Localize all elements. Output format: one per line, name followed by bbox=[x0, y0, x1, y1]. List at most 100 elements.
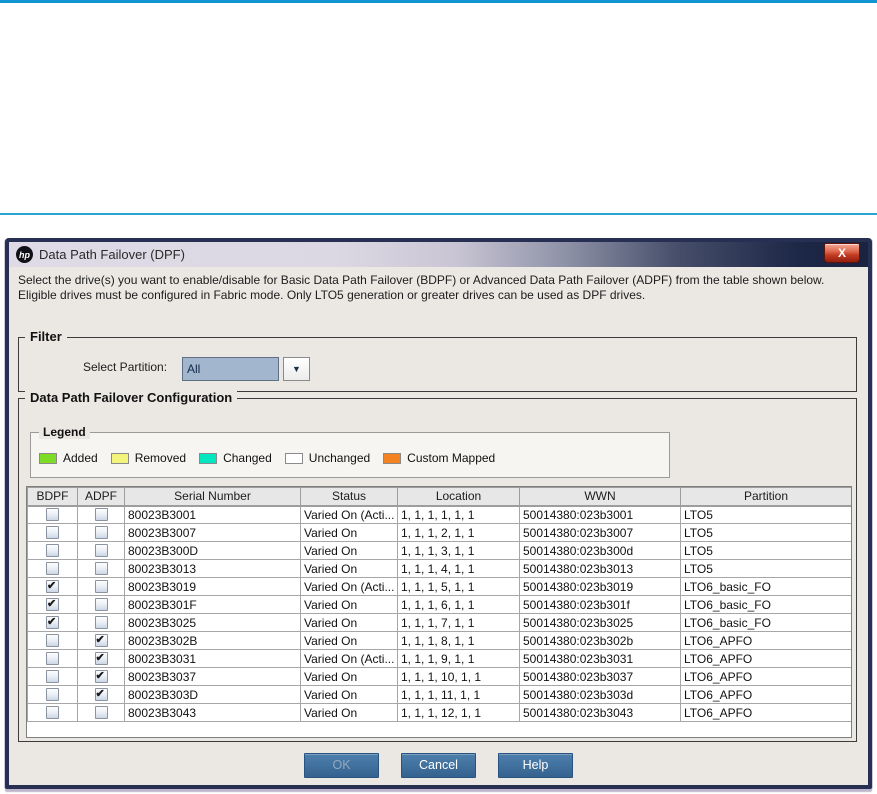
adpf-cell bbox=[78, 632, 125, 650]
adpf-checkbox[interactable] bbox=[95, 688, 108, 701]
table-row[interactable]: 80023B300DVaried On1, 1, 1, 3, 1, 150014… bbox=[28, 542, 852, 560]
adpf-cell bbox=[78, 578, 125, 596]
partition-cell: LTO5 bbox=[681, 524, 852, 542]
partition-combobox[interactable]: All bbox=[182, 357, 279, 381]
serial-number-cell: 80023B3025 bbox=[125, 614, 301, 632]
adpf-cell bbox=[78, 596, 125, 614]
serial-number-cell: 80023B300D bbox=[125, 542, 301, 560]
adpf-checkbox[interactable] bbox=[95, 652, 108, 665]
partition-cell: LTO6_basic_FO bbox=[681, 596, 852, 614]
bdpf-checkbox[interactable] bbox=[46, 706, 59, 719]
bdpf-cell bbox=[28, 704, 78, 722]
wwn-cell: 50014380:023b3037 bbox=[520, 668, 681, 686]
adpf-checkbox[interactable] bbox=[95, 634, 108, 647]
bdpf-checkbox[interactable] bbox=[46, 652, 59, 665]
legend-color-swatch bbox=[383, 453, 401, 464]
bdpf-checkbox[interactable] bbox=[46, 508, 59, 521]
adpf-checkbox[interactable] bbox=[95, 526, 108, 539]
status-cell: Varied On (Acti... bbox=[301, 578, 398, 596]
adpf-cell bbox=[78, 524, 125, 542]
serial-number-cell: 80023B3007 bbox=[125, 524, 301, 542]
bdpf-checkbox[interactable] bbox=[46, 526, 59, 539]
adpf-checkbox[interactable] bbox=[95, 562, 108, 575]
legend-color-swatch bbox=[199, 453, 217, 464]
adpf-checkbox[interactable] bbox=[95, 508, 108, 521]
location-cell: 1, 1, 1, 7, 1, 1 bbox=[398, 614, 520, 632]
status-cell: Varied On bbox=[301, 632, 398, 650]
location-cell: 1, 1, 1, 9, 1, 1 bbox=[398, 650, 520, 668]
bdpf-checkbox[interactable] bbox=[46, 562, 59, 575]
adpf-checkbox[interactable] bbox=[95, 580, 108, 593]
table-row[interactable]: 80023B301FVaried On1, 1, 1, 6, 1, 150014… bbox=[28, 596, 852, 614]
close-button[interactable]: X bbox=[824, 243, 860, 263]
table-row[interactable]: 80023B3007Varied On1, 1, 1, 2, 1, 150014… bbox=[28, 524, 852, 542]
adpf-checkbox[interactable] bbox=[95, 544, 108, 557]
bdpf-checkbox[interactable] bbox=[46, 616, 59, 629]
page-top-rule bbox=[0, 0, 877, 3]
legend-item: Added bbox=[39, 451, 98, 465]
help-button[interactable]: Help bbox=[498, 753, 573, 778]
status-cell: Varied On bbox=[301, 524, 398, 542]
adpf-cell bbox=[78, 704, 125, 722]
status-cell: Varied On bbox=[301, 668, 398, 686]
filter-group-label: Filter bbox=[25, 329, 67, 344]
partition-cell: LTO6_APFO bbox=[681, 668, 852, 686]
bdpf-checkbox[interactable] bbox=[46, 580, 59, 593]
table-row[interactable]: 80023B3037Varied On1, 1, 1, 10, 1, 15001… bbox=[28, 668, 852, 686]
bdpf-cell bbox=[28, 524, 78, 542]
table-row[interactable]: 80023B3025Varied On1, 1, 1, 7, 1, 150014… bbox=[28, 614, 852, 632]
bdpf-checkbox[interactable] bbox=[46, 670, 59, 683]
legend-group: Legend AddedRemovedChangedUnchangedCusto… bbox=[30, 432, 670, 478]
location-cell: 1, 1, 1, 12, 1, 1 bbox=[398, 704, 520, 722]
table-row[interactable]: 80023B3001Varied On (Acti...1, 1, 1, 1, … bbox=[28, 506, 852, 524]
close-icon: X bbox=[838, 246, 846, 260]
location-cell: 1, 1, 1, 3, 1, 1 bbox=[398, 542, 520, 560]
table-row[interactable]: 80023B3019Varied On (Acti...1, 1, 1, 5, … bbox=[28, 578, 852, 596]
adpf-cell bbox=[78, 506, 125, 524]
table-row[interactable]: 80023B303DVaried On1, 1, 1, 11, 1, 15001… bbox=[28, 686, 852, 704]
adpf-checkbox[interactable] bbox=[95, 670, 108, 683]
adpf-cell bbox=[78, 614, 125, 632]
window-title: Data Path Failover (DPF) bbox=[39, 247, 185, 262]
ok-button[interactable]: OK bbox=[304, 753, 379, 778]
chevron-down-icon: ▼ bbox=[292, 364, 301, 374]
table-row[interactable]: 80023B3031Varied On (Acti...1, 1, 1, 9, … bbox=[28, 650, 852, 668]
status-cell: Varied On bbox=[301, 704, 398, 722]
partition-cell: LTO5 bbox=[681, 542, 852, 560]
status-cell: Varied On bbox=[301, 614, 398, 632]
table-row[interactable]: 80023B3013Varied On1, 1, 1, 4, 1, 150014… bbox=[28, 560, 852, 578]
bdpf-checkbox[interactable] bbox=[46, 634, 59, 647]
legend-item: Custom Mapped bbox=[383, 451, 495, 465]
table-row[interactable]: 80023B302BVaried On1, 1, 1, 8, 1, 150014… bbox=[28, 632, 852, 650]
wwn-cell: 50014380:023b3025 bbox=[520, 614, 681, 632]
legend-group-label: Legend bbox=[39, 425, 90, 439]
bdpf-checkbox[interactable] bbox=[46, 688, 59, 701]
bdpf-checkbox[interactable] bbox=[46, 598, 59, 611]
config-group-label: Data Path Failover Configuration bbox=[25, 390, 237, 405]
bdpf-cell bbox=[28, 686, 78, 704]
table-body: 80023B3001 Varied On (Acti... 1, 1, 1, 1, … bbox=[28, 506, 852, 722]
bdpf-cell bbox=[28, 560, 78, 578]
bdpf-cell bbox=[28, 668, 78, 686]
adpf-checkbox[interactable] bbox=[95, 598, 108, 611]
partition-cell: LTO6_basic_FO bbox=[681, 578, 852, 596]
bdpf-checkbox[interactable] bbox=[46, 544, 59, 557]
column-header: Location bbox=[398, 488, 520, 506]
adpf-checkbox[interactable] bbox=[95, 706, 108, 719]
wwn-cell: 50014380:023b301f bbox=[520, 596, 681, 614]
table-header-row: BDPFADPFSerial NumberStatusLocationWWNPa… bbox=[28, 488, 852, 506]
legend-color-swatch bbox=[285, 453, 303, 464]
cancel-button[interactable]: Cancel bbox=[401, 753, 476, 778]
adpf-checkbox[interactable] bbox=[95, 616, 108, 629]
location-cell: 1, 1, 1, 6, 1, 1 bbox=[398, 596, 520, 614]
location-cell: 1, 1, 1, 1, 1, 1 bbox=[398, 506, 520, 524]
column-header: Partition bbox=[681, 488, 852, 506]
wwn-cell: 50014380:023b3031 bbox=[520, 650, 681, 668]
partition-combobox-arrow-button[interactable]: ▼ bbox=[283, 357, 310, 381]
table-row[interactable]: 80023B3043Varied On1, 1, 1, 12, 1, 15001… bbox=[28, 704, 852, 722]
dialog-description: Select the drive(s) you want to enable/d… bbox=[18, 273, 856, 303]
serial-number-cell: 80023B301F bbox=[125, 596, 301, 614]
drive-table-viewport[interactable]: BDPFADPFSerial NumberStatusLocationWWNPa… bbox=[26, 486, 852, 738]
serial-number-cell: 80023B3001 bbox=[125, 506, 301, 524]
status-cell: Varied On bbox=[301, 686, 398, 704]
